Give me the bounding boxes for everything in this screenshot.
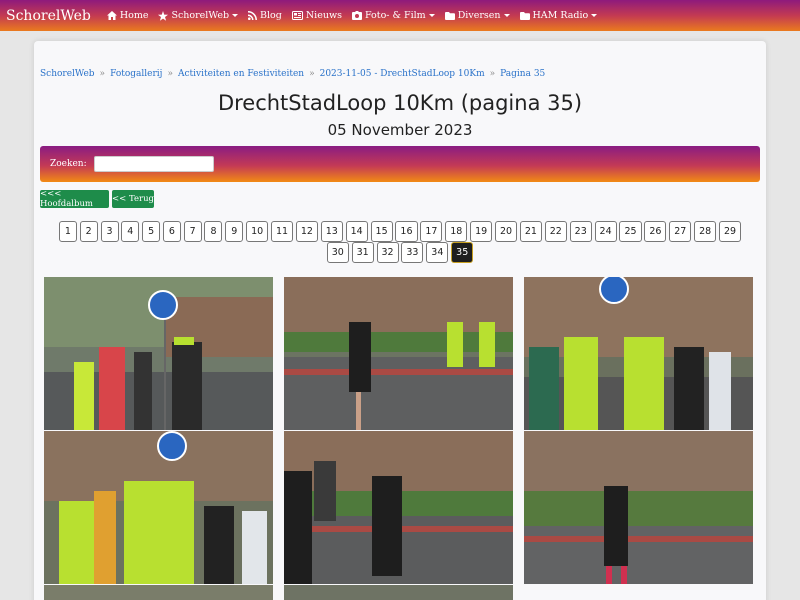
home-icon	[106, 11, 117, 20]
content-container: SchorelWeb » Fotogallerij » Activiteiten en …	[34, 41, 766, 600]
page-15-button[interactable]: 15	[370, 221, 393, 242]
brand-link[interactable]: SchorelWeb	[6, 8, 91, 24]
page-20-button[interactable]: 20	[494, 221, 518, 242]
page-29-button[interactable]: 29	[719, 221, 742, 242]
page-24-button[interactable]: 24	[594, 221, 617, 242]
breadcrumb-separator: »	[167, 69, 173, 79]
nav-schorelweb-label: SchorelWeb	[171, 10, 230, 21]
breadcrumb-item-activiteiten[interactable]: Activiteiten en Festiviteiten	[178, 69, 304, 79]
star-icon	[158, 10, 169, 21]
page-8-button[interactable]: 8	[204, 221, 223, 242]
page-27-button[interactable]: 27	[669, 221, 692, 242]
photo-thumbnail[interactable]	[524, 277, 753, 430]
photo-thumbnail[interactable]	[44, 277, 273, 430]
breadcrumb-item-page[interactable]: Pagina 35	[500, 69, 545, 79]
breadcrumb-separator: »	[489, 69, 496, 79]
nav-ham-radio[interactable]: HAM Radio	[519, 10, 598, 21]
page-28-button[interactable]: 28	[694, 221, 717, 242]
chevron-down-icon	[591, 14, 598, 17]
page-34-button[interactable]: 34	[426, 242, 449, 263]
folder-icon	[519, 11, 530, 20]
chevron-down-icon	[503, 14, 510, 17]
breadcrumb-item-fotogallerij[interactable]: Fotogallerij	[110, 69, 162, 79]
search-bar: Zoeken:	[40, 146, 760, 182]
rss-icon	[248, 11, 258, 20]
folder-icon	[444, 11, 455, 20]
breadcrumb-item-schorelweb[interactable]: SchorelWeb	[40, 69, 95, 79]
chevron-down-icon	[232, 14, 239, 17]
breadcrumb: SchorelWeb » Fotogallerij » Activiteiten en …	[40, 69, 545, 79]
page-17-button[interactable]: 17	[420, 221, 443, 242]
nav-nieuws-label: Nieuws	[305, 10, 342, 21]
page-23-button[interactable]: 23	[569, 221, 592, 242]
search-label: Zoeken:	[50, 159, 87, 169]
nav-schorelweb[interactable]: SchorelWeb	[158, 10, 239, 21]
nav-home-label: Home	[119, 10, 149, 21]
page-26-button[interactable]: 26	[644, 221, 667, 242]
page-11-button[interactable]: 11	[270, 221, 294, 242]
page-5-button[interactable]: 5	[142, 221, 161, 242]
newspaper-icon	[291, 11, 303, 20]
page-9-button[interactable]: 9	[225, 221, 244, 242]
photo-thumbnail[interactable]	[284, 431, 513, 584]
page-2-button[interactable]: 2	[79, 221, 98, 242]
page-7-button[interactable]: 7	[183, 221, 202, 242]
page-33-button[interactable]: 33	[401, 242, 424, 263]
page-10-button[interactable]: 10	[246, 221, 269, 242]
page-18-button[interactable]: 18	[445, 221, 468, 242]
nav-foto-film[interactable]: Foto- & Film	[351, 10, 435, 21]
top-navbar: SchorelWeb Home SchorelWeb Blog Nieuws F…	[0, 0, 800, 31]
search-input[interactable]	[93, 156, 214, 172]
breadcrumb-separator: »	[99, 69, 106, 79]
page-31-button[interactable]: 31	[351, 242, 374, 263]
nav-foto-film-label: Foto- & Film	[364, 10, 426, 21]
pagination-row-1: 1 2 3 4 5 6 7 8 9 10 11 12 13 14 15 16 17 18 19 20 21 22 23 24 2…	[34, 221, 766, 242]
page-6-button[interactable]: 6	[162, 221, 181, 242]
nav-nieuws[interactable]: Nieuws	[291, 10, 342, 21]
page-13-button[interactable]: 13	[320, 221, 343, 242]
page-35-button[interactable]: 35	[451, 242, 474, 263]
nav-blog-label: Blog	[260, 10, 282, 21]
page-title: DrechtStadLoop 10Km (pagina 35)	[217, 91, 583, 115]
nav-diversen[interactable]: Diversen	[444, 10, 510, 21]
chevron-down-icon	[428, 14, 435, 17]
camera-icon	[351, 11, 362, 20]
nav-home[interactable]: Home	[106, 10, 149, 21]
photo-thumbnail[interactable]	[284, 277, 513, 430]
nav-blog[interactable]: Blog	[248, 10, 282, 21]
photo-thumbnail[interactable]	[44, 431, 273, 584]
page-19-button[interactable]: 19	[470, 221, 493, 242]
photo-thumbnail[interactable]	[44, 585, 273, 600]
nav-ham-radio-label: HAM Radio	[532, 10, 589, 21]
photo-thumbnail[interactable]	[524, 431, 753, 584]
page-3-button[interactable]: 3	[100, 221, 119, 242]
page-4-button[interactable]: 4	[121, 221, 140, 242]
main-album-button[interactable]: <<< Hoofdalbum	[40, 189, 109, 209]
page-12-button[interactable]: 12	[295, 221, 318, 242]
page-1-button[interactable]: 1	[58, 221, 77, 242]
pagination-row-2: 30 31 32 33 34 35	[34, 242, 766, 263]
page-14-button[interactable]: 14	[345, 221, 368, 242]
back-button[interactable]: << Terug	[112, 190, 154, 208]
page-16-button[interactable]: 16	[395, 221, 418, 242]
page-date: 05 November 2023	[327, 121, 473, 139]
breadcrumb-item-album[interactable]: 2023-11-05 - DrechtStadLoop 10Km	[320, 69, 485, 79]
breadcrumb-separator: »	[309, 69, 315, 79]
page-30-button[interactable]: 30	[326, 242, 349, 263]
page-21-button[interactable]: 21	[519, 221, 542, 242]
page-25-button[interactable]: 25	[619, 221, 642, 242]
nav-diversen-label: Diversen	[457, 10, 501, 21]
page-22-button[interactable]: 22	[544, 221, 567, 242]
photo-thumbnail[interactable]	[284, 585, 513, 600]
page-32-button[interactable]: 32	[376, 242, 399, 263]
